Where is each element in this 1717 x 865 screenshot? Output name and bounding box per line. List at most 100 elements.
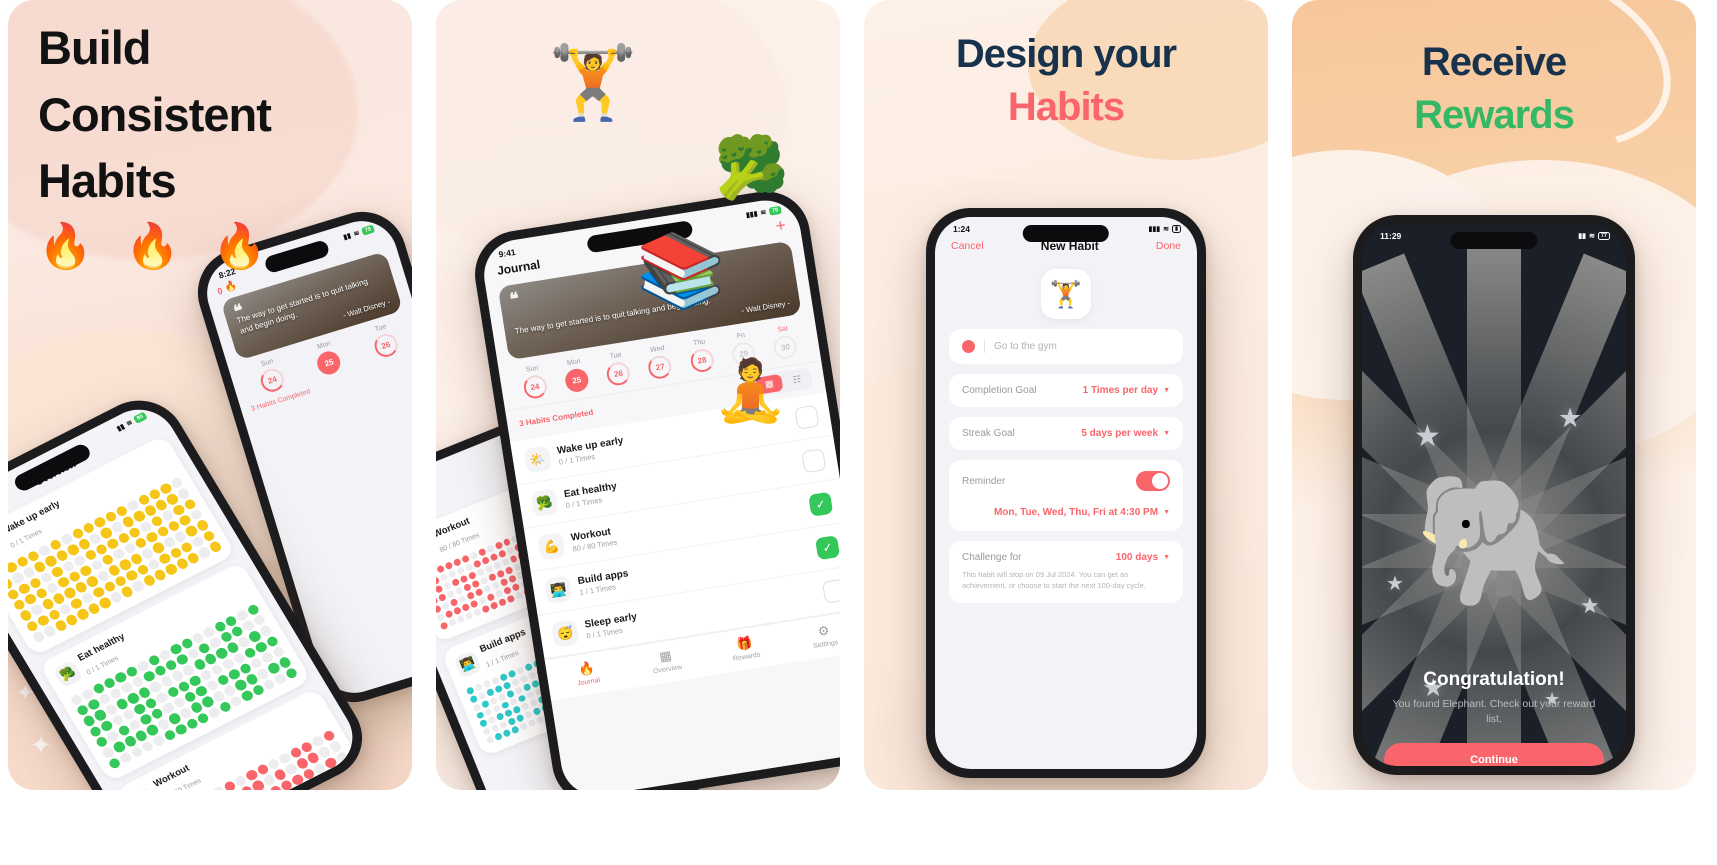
- continue-button[interactable]: Continue: [1384, 743, 1604, 766]
- heatmap-cell: [494, 541, 504, 551]
- tab-rewards[interactable]: 🎁 Rewards: [704, 630, 787, 667]
- field-value[interactable]: 1 Times per day ▼: [1083, 385, 1170, 396]
- heatmap-cell: [517, 694, 527, 704]
- heatmap-cell: [500, 557, 510, 567]
- habit-checkbox[interactable]: ✓: [814, 534, 840, 560]
- field-value[interactable]: 5 days per week ▼: [1081, 428, 1170, 439]
- heatmap-cell: [467, 571, 477, 581]
- heatmap-cell: [528, 699, 538, 709]
- reward-message: Congratulation! You found Elephant. Chec…: [1362, 669, 1626, 727]
- heatmap-cell: [488, 695, 499, 705]
- streak-goal-field[interactable]: Streak Goal 5 days per week ▼: [949, 417, 1183, 450]
- tab-journal[interactable]: 🔥 Journal: [546, 655, 629, 692]
- reminder-field[interactable]: Reminder Mon, Tue, Wed, Thu, Fri at 4:30…: [949, 460, 1183, 531]
- week-day[interactable]: Mon 25: [552, 356, 599, 395]
- challenge-field[interactable]: Challenge for 100 days ▼ This habit will…: [949, 541, 1183, 603]
- heatmap-cell: [490, 675, 500, 685]
- phone-screen: 11:29 ▮▮ ≋ 77 🐘 ★ ★ ★ ★ ★ ★ Congratulati…: [1362, 224, 1626, 766]
- heatmap-cell: [437, 592, 447, 602]
- field-label: Completion Goal: [962, 385, 1037, 396]
- week-day[interactable]: Tue 26: [594, 349, 641, 388]
- habit-name: Build apps: [478, 626, 528, 655]
- habit-checkbox[interactable]: [821, 578, 840, 604]
- habit-checkbox[interactable]: [801, 447, 827, 473]
- panel-headline: Build Consistent Habits 🔥 🔥 🔥: [38, 21, 277, 271]
- sparkle-icon: ✦: [30, 730, 52, 760]
- habit-checkbox[interactable]: [794, 404, 820, 430]
- habit-emoji-icon: 🥦: [530, 488, 559, 518]
- fire-icon: 🔥: [223, 280, 239, 295]
- cellular-icon: ▮▮▮: [745, 210, 759, 220]
- heatmap-cell: [505, 594, 515, 604]
- heatmap-cell: [459, 574, 469, 584]
- heatmap-cell: [472, 559, 482, 569]
- status-time: 1:24: [953, 224, 971, 234]
- heatmap-cell: [482, 727, 492, 737]
- heatmap-cell: [457, 594, 467, 604]
- habit-name: Eat healthy: [75, 630, 127, 664]
- heatmap-cell: [450, 577, 460, 587]
- dynamic-island: [1450, 232, 1538, 249]
- heatmap-cell: [525, 690, 535, 700]
- heatmap-cell: [499, 720, 509, 730]
- heatmap-cell: [492, 561, 502, 571]
- heatmap-cell: [445, 589, 456, 599]
- habit-name-field[interactable]: Go to the gym: [949, 329, 1183, 364]
- week-day-label: Sun: [525, 364, 539, 374]
- week-day-ring: 24: [258, 365, 287, 395]
- heatmap-cell: [490, 724, 500, 734]
- cellular-icon: ▮▮: [342, 232, 353, 242]
- tab-settings[interactable]: ⚙ Settings: [783, 617, 840, 654]
- reminder-schedule[interactable]: Mon, Tue, Wed, Thu, Fri at 4:30 PM ▼: [994, 507, 1170, 518]
- heatmap-cell: [485, 592, 495, 602]
- heatmap-cell: [514, 590, 524, 600]
- heatmap-cell: [314, 788, 329, 790]
- week-day[interactable]: Sun 24: [511, 362, 558, 401]
- week-day[interactable]: Wed 27: [636, 343, 683, 382]
- heatmap-cell: [436, 584, 444, 594]
- heatmap-cell: [455, 566, 465, 576]
- streak-count: 0: [215, 285, 224, 297]
- heatmap-cell: [464, 562, 474, 572]
- heatmap-cell: [482, 679, 492, 689]
- week-day-label: Fri: [736, 332, 746, 341]
- heatmap-cell: [460, 554, 470, 564]
- headline-line: Receive: [1421, 40, 1567, 84]
- heatmap-cell: [336, 777, 351, 790]
- heatmap-cell: [340, 761, 356, 775]
- habit-icon-picker[interactable]: 🏋️: [1041, 269, 1091, 319]
- headline-line: Habits: [38, 154, 177, 208]
- heatmap-cell: [477, 596, 487, 606]
- wifi-icon: ≋: [1163, 226, 1169, 233]
- habit-emoji-icon: 🥦: [52, 659, 84, 689]
- add-habit-button[interactable]: +: [774, 215, 787, 235]
- done-button[interactable]: Done: [1156, 240, 1181, 252]
- reward-reveal: 🐘 ★ ★ ★ ★ ★ ★ Congratulation! You found …: [1362, 241, 1626, 766]
- field-value[interactable]: 100 days ▼: [1116, 552, 1170, 563]
- heatmap-cell: [487, 572, 497, 582]
- headline-line: Build: [38, 21, 151, 74]
- heatmap-cell: [325, 782, 340, 790]
- cancel-button[interactable]: Cancel: [951, 240, 984, 252]
- habit-name-input[interactable]: Go to the gym: [994, 341, 1057, 352]
- reminder-toggle[interactable]: [1136, 471, 1170, 491]
- headline-line: Design your: [955, 32, 1177, 76]
- heatmap-cell: [480, 699, 490, 709]
- habit-emoji-icon: 💪: [537, 532, 566, 561]
- heatmap-cell: [469, 551, 479, 561]
- heatmap-cell: [510, 677, 520, 687]
- heatmap-cell: [510, 582, 520, 592]
- tab-overview[interactable]: ▦ Overview: [625, 642, 708, 679]
- tab-label: Journal: [576, 676, 601, 688]
- heatmap-cell: [499, 577, 509, 587]
- week-day-label: Tue: [609, 351, 623, 361]
- field-value-text: 5 days per week: [1081, 428, 1159, 439]
- habit-checkbox[interactable]: ✓: [808, 491, 834, 517]
- completion-goal-field[interactable]: Completion Goal 1 Times per day ▼: [949, 374, 1183, 407]
- habit-emoji-icon: 👨‍💻: [544, 575, 573, 605]
- status-icons: ▮▮ ≋ 77: [1578, 232, 1610, 240]
- color-swatch[interactable]: [962, 340, 975, 353]
- status-time: 11:29: [1380, 231, 1402, 241]
- habit-emoji-icon: 😴: [550, 618, 580, 648]
- wifi-icon: ≋: [352, 229, 361, 239]
